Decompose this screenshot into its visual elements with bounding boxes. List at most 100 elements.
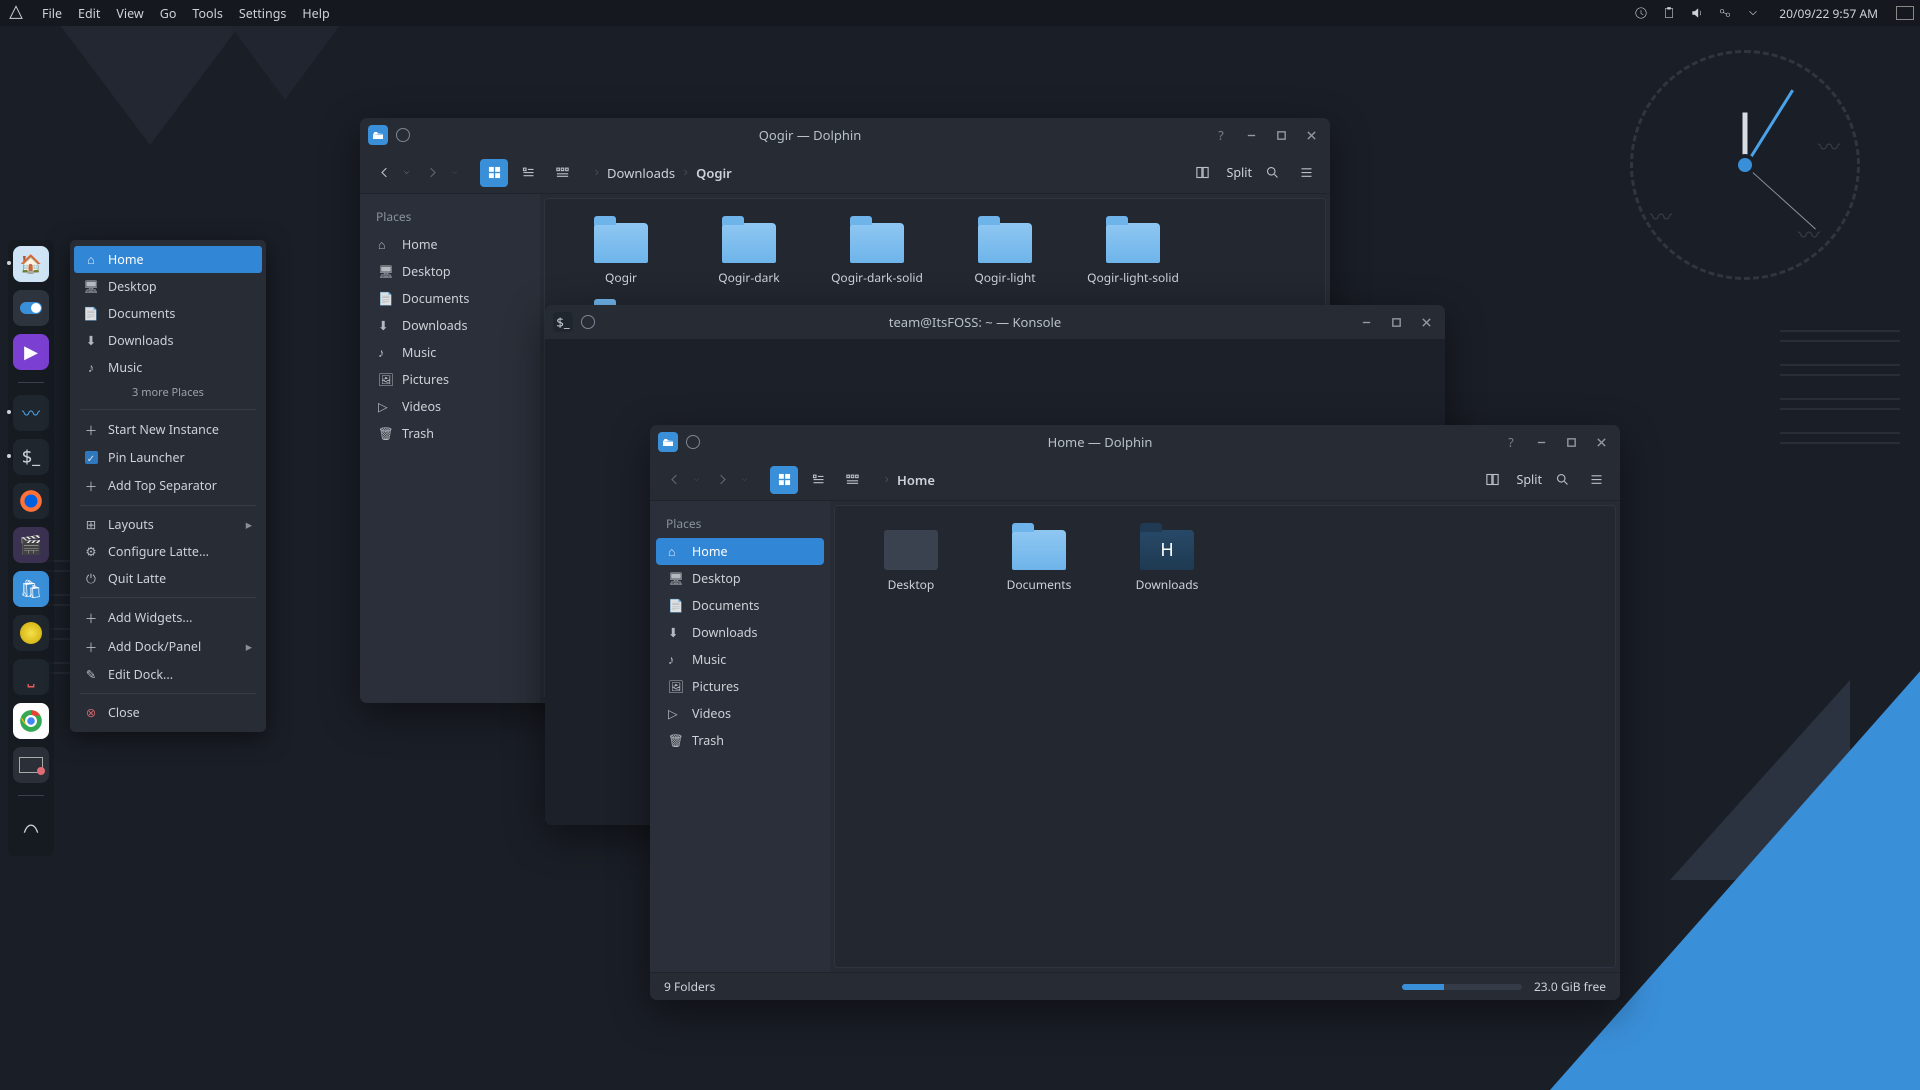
menu-item-configure-latte-[interactable]: ⚙Configure Latte... xyxy=(70,538,266,565)
menu-tools[interactable]: Tools xyxy=(184,1,230,26)
file-item[interactable]: Desktop xyxy=(847,524,975,599)
menu-item-music[interactable]: ♪Music xyxy=(70,354,266,381)
places-item-desktop[interactable]: 🖥Desktop xyxy=(366,258,534,285)
places-item-home[interactable]: ⌂Home xyxy=(366,231,534,258)
file-item[interactable]: Qogir xyxy=(557,217,685,292)
search-button[interactable] xyxy=(1258,159,1286,187)
places-item-pictures[interactable]: 🖼Pictures xyxy=(366,366,534,393)
forward-button[interactable] xyxy=(418,159,446,187)
close-button[interactable] xyxy=(1415,311,1437,333)
breadcrumb-segment[interactable]: Qogir xyxy=(696,164,732,182)
menu-item-documents[interactable]: 📄Documents xyxy=(70,300,266,327)
dock-monitor-icon[interactable]: 〰 xyxy=(13,395,49,431)
hamburger-menu-button[interactable] xyxy=(1292,159,1320,187)
network-icon[interactable] xyxy=(1715,3,1735,23)
details-view-button[interactable] xyxy=(838,466,866,494)
breadcrumb[interactable]: Downloads Qogir xyxy=(592,164,732,182)
places-item-home[interactable]: ⌂Home xyxy=(656,538,824,565)
places-item-desktop[interactable]: 🖥Desktop xyxy=(656,565,824,592)
titlebar[interactable]: Qogir — Dolphin ? xyxy=(360,118,1330,152)
compact-view-button[interactable] xyxy=(804,466,832,494)
places-item-documents[interactable]: 📄Documents xyxy=(366,285,534,312)
clipboard-icon[interactable] xyxy=(1659,3,1679,23)
details-view-button[interactable] xyxy=(548,159,576,187)
forward-history-dropdown[interactable] xyxy=(448,159,460,187)
places-item-downloads[interactable]: ⬇Downloads xyxy=(656,619,824,646)
analog-clock-widget[interactable]: 〰 〰 〰 xyxy=(1630,50,1860,280)
compact-view-button[interactable] xyxy=(514,159,542,187)
maximize-button[interactable] xyxy=(1560,431,1582,453)
split-button[interactable] xyxy=(1478,466,1506,494)
chevron-down-icon[interactable] xyxy=(1743,3,1763,23)
minimize-button[interactable] xyxy=(1240,124,1262,146)
distro-logo-icon[interactable] xyxy=(6,3,26,23)
dock-terminal-icon[interactable]: $_ xyxy=(13,439,49,475)
menu-item-edit-dock-[interactable]: ✎Edit Dock... xyxy=(70,661,266,688)
menu-view[interactable]: View xyxy=(108,1,151,26)
file-item[interactable]: Qogir-light xyxy=(941,217,1069,292)
dock-kdenlive-icon[interactable]: 🎬 xyxy=(13,527,49,563)
menu-item-home[interactable]: ⌂Home xyxy=(74,246,262,273)
forward-button[interactable] xyxy=(708,466,736,494)
menu-item-add-widgets-[interactable]: ＋Add Widgets... xyxy=(70,603,266,632)
close-button[interactable] xyxy=(1590,431,1612,453)
back-history-dropdown[interactable] xyxy=(400,159,412,187)
breadcrumb-segment[interactable]: Home xyxy=(897,471,935,489)
forward-history-dropdown[interactable] xyxy=(738,466,750,494)
menu-edit[interactable]: Edit xyxy=(70,1,108,26)
keep-above-icon[interactable] xyxy=(396,128,410,142)
icons-view-button[interactable] xyxy=(480,159,508,187)
titlebar[interactable]: $_ team@ItsFOSS: ~ — Konsole xyxy=(545,305,1445,339)
breadcrumb-segment[interactable]: Downloads xyxy=(607,164,675,182)
minimize-button[interactable] xyxy=(1355,311,1377,333)
file-item[interactable]: Qogir-dark xyxy=(685,217,813,292)
maximize-button[interactable] xyxy=(1270,124,1292,146)
minimize-button[interactable] xyxy=(1530,431,1552,453)
help-icon[interactable]: ? xyxy=(1210,124,1232,146)
menu-help[interactable]: Help xyxy=(294,1,337,26)
back-history-dropdown[interactable] xyxy=(690,466,702,494)
updates-icon[interactable] xyxy=(1631,3,1651,23)
places-item-videos[interactable]: ▷Videos xyxy=(366,393,534,420)
file-item[interactable]: Documents xyxy=(975,524,1103,599)
menu-settings[interactable]: Settings xyxy=(231,1,295,26)
menu-item-close[interactable]: ⊗Close xyxy=(70,699,266,726)
file-item[interactable]: Qogir-dark-solid xyxy=(813,217,941,292)
places-item-pictures[interactable]: 🖼Pictures xyxy=(656,673,824,700)
menu-item-start-new-instance[interactable]: ＋Start New Instance xyxy=(70,415,266,444)
file-item[interactable]: HDownloads xyxy=(1103,524,1231,599)
back-button[interactable] xyxy=(660,466,688,494)
places-item-music[interactable]: ♪Music xyxy=(366,339,534,366)
help-icon[interactable]: ? xyxy=(1500,431,1522,453)
dock-firefox-icon[interactable] xyxy=(13,483,49,519)
more-places-link[interactable]: 3 more Places xyxy=(70,381,266,404)
dock-screenshot-icon[interactable] xyxy=(13,747,49,783)
places-item-documents[interactable]: 📄Documents xyxy=(656,592,824,619)
menu-file[interactable]: File xyxy=(34,1,70,26)
places-item-music[interactable]: ♪Music xyxy=(656,646,824,673)
search-button[interactable] xyxy=(1548,466,1576,494)
menu-go[interactable]: Go xyxy=(152,1,185,26)
dock-workspace-icon[interactable] xyxy=(13,808,49,844)
places-item-trash[interactable]: 🗑Trash xyxy=(366,420,534,447)
maximize-button[interactable] xyxy=(1385,311,1407,333)
places-item-downloads[interactable]: ⬇Downloads xyxy=(366,312,534,339)
places-item-trash[interactable]: 🗑Trash xyxy=(656,727,824,754)
dock-media-icon[interactable]: ▶ xyxy=(13,334,49,370)
show-desktop-button[interactable] xyxy=(1896,6,1914,20)
icons-view-button[interactable] xyxy=(770,466,798,494)
back-button[interactable] xyxy=(370,159,398,187)
file-view[interactable]: DesktopDocumentsHDownloads xyxy=(834,505,1616,968)
hamburger-menu-button[interactable] xyxy=(1582,466,1610,494)
menu-item-pin-launcher[interactable]: ✓Pin Launcher xyxy=(70,444,266,471)
titlebar[interactable]: Home — Dolphin ? xyxy=(650,425,1620,459)
menu-item-downloads[interactable]: ⬇Downloads xyxy=(70,327,266,354)
dock-settings-icon[interactable] xyxy=(13,290,49,326)
places-item-videos[interactable]: ▷Videos xyxy=(656,700,824,727)
menu-item-add-top-separator[interactable]: ＋Add Top Separator xyxy=(70,471,266,500)
dock-discover-icon[interactable]: 🛍 xyxy=(13,571,49,607)
menu-item-quit-latte[interactable]: ⏻Quit Latte xyxy=(70,565,266,592)
breadcrumb[interactable]: Home xyxy=(882,471,935,489)
dock-files-icon[interactable]: 🏠 xyxy=(13,246,49,282)
menu-item-desktop[interactable]: 🖥Desktop xyxy=(70,273,266,300)
